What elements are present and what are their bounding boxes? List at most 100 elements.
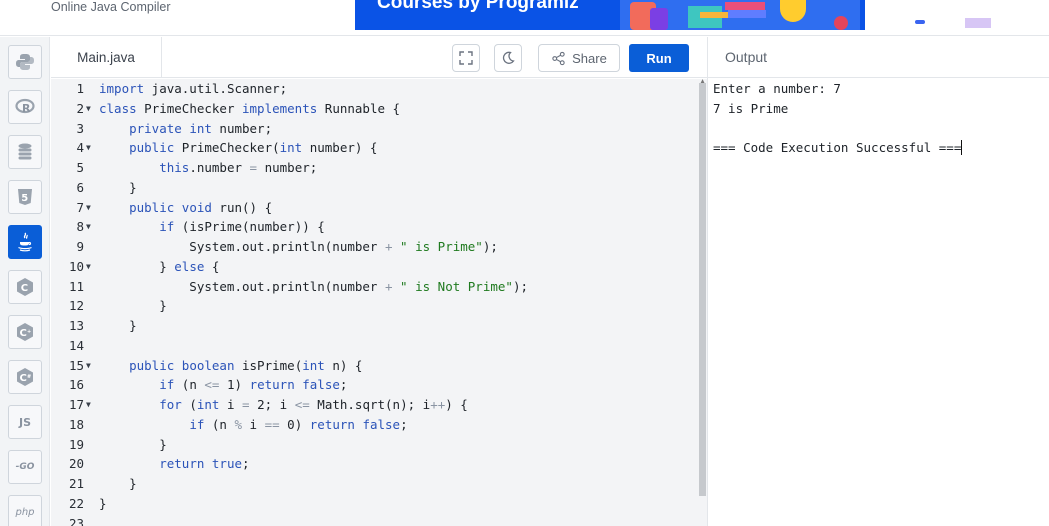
banner-illustration xyxy=(620,0,860,30)
output-console[interactable]: Enter a number: 7 7 is Prime === Code Ex… xyxy=(708,79,1049,526)
line-number: 9 xyxy=(76,239,84,254)
text-cursor xyxy=(961,140,963,155)
python-icon[interactable] xyxy=(8,45,42,79)
code-line[interactable]: 12 } xyxy=(51,296,699,316)
code-line[interactable]: 5 this.number = number; xyxy=(51,158,699,178)
svg-text:R: R xyxy=(22,102,31,115)
code-line[interactable]: 6 } xyxy=(51,178,699,198)
fold-toggle-icon[interactable]: ▼ xyxy=(86,138,91,158)
code-editor[interactable]: 1 import java.util.Scanner; 2 ▼ class PrimeC… xyxy=(51,79,707,526)
top-bar: Online Java Compiler Courses by Programi… xyxy=(0,0,1049,36)
code-line[interactable]: 11 System.out.println(number + " is Not … xyxy=(51,277,699,297)
html5-icon[interactable]: 5 xyxy=(8,180,42,214)
svg-text:C: C xyxy=(20,328,27,339)
svg-text:C: C xyxy=(21,283,28,294)
code-line[interactable]: 18 if (n % i == 0) return false; xyxy=(51,415,699,435)
code-line[interactable]: 14 xyxy=(51,336,699,356)
code-line[interactable]: 1 import java.util.Scanner; xyxy=(51,79,699,99)
code-line[interactable]: 8 ▼ if (isPrime(number)) { xyxy=(51,217,699,237)
code-text: } xyxy=(99,179,137,195)
code-line[interactable]: 4 ▼ public PrimeChecker(int number) { xyxy=(51,138,699,158)
code-line[interactable]: 19 } xyxy=(51,435,699,455)
c-icon[interactable]: C xyxy=(8,270,42,304)
line-number: 13 xyxy=(68,318,84,333)
output-title: Output xyxy=(725,49,768,65)
svg-text:+: + xyxy=(27,329,31,335)
r-icon[interactable]: R xyxy=(8,90,42,124)
fold-toggle-icon[interactable]: ▼ xyxy=(86,257,91,277)
line-number: 8 xyxy=(76,219,84,235)
cpp-icon[interactable]: C + xyxy=(8,315,42,349)
code-text: for (int i = 2; i <= Math.sqrt(n); i++) … xyxy=(159,397,468,412)
code-text: return true; xyxy=(159,456,250,472)
code-line[interactable]: 2 ▼ class PrimeChecker implements Runnable… xyxy=(51,99,699,119)
line-number: 21 xyxy=(68,476,84,491)
line-number: 4 xyxy=(76,140,84,156)
line-number: 3 xyxy=(76,120,84,136)
ad-banner[interactable]: Courses by Programiz xyxy=(355,0,1010,30)
line-number: 19 xyxy=(68,436,84,452)
code-line[interactable]: 10 ▼ } else { xyxy=(51,257,699,277)
code-text: if (isPrime(number)) { xyxy=(159,219,325,235)
code-line[interactable]: 16 if (n <= 1) return false; xyxy=(51,375,699,395)
svg-text:C: C xyxy=(20,373,27,384)
output-line: === Code Execution Successful === xyxy=(713,138,963,158)
csharp-icon[interactable]: C # xyxy=(8,360,42,394)
code-text: private int number; xyxy=(129,120,273,136)
share-button[interactable]: Share xyxy=(538,44,620,72)
editor-scrollbar[interactable] xyxy=(699,83,706,496)
fullscreen-icon xyxy=(459,51,473,65)
fold-toggle-icon[interactable]: ▼ xyxy=(86,99,91,119)
line-number: 17 xyxy=(68,397,84,412)
code-text: } xyxy=(99,318,137,333)
fullscreen-button[interactable] xyxy=(452,44,480,72)
code-line[interactable]: 13 } xyxy=(51,316,699,336)
code-line[interactable]: 7 ▼ public void run() { xyxy=(51,198,699,218)
code-line[interactable]: 9 System.out.println(number + " is Prime… xyxy=(51,237,699,257)
line-number: 16 xyxy=(68,377,84,393)
svg-text:5: 5 xyxy=(21,193,28,204)
fold-toggle-icon[interactable]: ▼ xyxy=(86,356,91,376)
share-icon xyxy=(552,51,565,65)
code-text: import java.util.Scanner; xyxy=(99,81,288,96)
fold-toggle-icon[interactable]: ▼ xyxy=(86,198,91,218)
output-line: 7 is Prime xyxy=(713,101,789,116)
code-line[interactable]: 23 xyxy=(51,514,699,526)
line-number: 20 xyxy=(68,456,84,472)
fold-toggle-icon[interactable]: ▼ xyxy=(86,217,91,237)
code-line[interactable]: 21 } xyxy=(51,474,699,494)
code-text: public boolean isPrime(int n) { xyxy=(129,357,363,373)
code-text: public void run() { xyxy=(129,199,273,215)
line-number: 2 xyxy=(76,100,84,116)
run-button[interactable]: Run xyxy=(629,44,689,72)
code-line[interactable]: 3 private int number; xyxy=(51,119,699,139)
database-icon[interactable] xyxy=(8,135,42,169)
code-text: } xyxy=(99,495,107,511)
code-line[interactable]: 22} xyxy=(51,494,699,514)
code-text: System.out.println(number + " is Prime")… xyxy=(99,239,498,254)
site-title: Online Java Compiler xyxy=(51,0,171,14)
js-icon[interactable]: JS xyxy=(8,405,42,439)
line-number: 22 xyxy=(68,495,84,511)
dark-mode-button[interactable] xyxy=(494,44,522,72)
line-number: 1 xyxy=(76,81,84,96)
line-number: 11 xyxy=(68,278,84,294)
fold-toggle-icon[interactable]: ▼ xyxy=(86,395,91,415)
code-text: class PrimeChecker implements Runnable { xyxy=(99,100,401,116)
tab-main-java[interactable]: Main.java xyxy=(51,37,162,78)
code-text: if (n % i == 0) return false; xyxy=(189,416,408,432)
code-line[interactable]: 15 ▼ public boolean isPrime(int n) { xyxy=(51,356,699,376)
go-icon[interactable]: -GO xyxy=(8,450,42,484)
code-line[interactable]: 17 ▼ for (int i = 2; i <= Math.sqrt(n); i… xyxy=(51,395,699,415)
line-number: 6 xyxy=(76,179,84,195)
code-text: } xyxy=(99,436,167,452)
line-number: 12 xyxy=(68,298,84,314)
language-sidebar: R 5 C C + C # JS -GO php xyxy=(0,37,50,526)
java-icon[interactable] xyxy=(8,225,42,259)
php-icon[interactable]: php xyxy=(8,495,42,526)
line-number: 15 xyxy=(68,357,84,373)
line-number: 18 xyxy=(68,416,84,432)
code-line[interactable]: 20 return true; xyxy=(51,454,699,474)
line-number: 10 xyxy=(68,258,84,274)
line-number: 23 xyxy=(68,515,84,526)
